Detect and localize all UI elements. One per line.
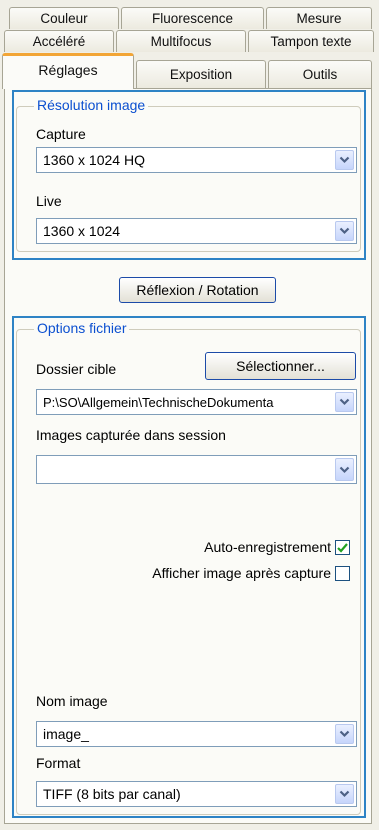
format-label: Format (36, 755, 81, 771)
live-label: Live (36, 193, 62, 209)
images-session-label: Images capturée dans session (36, 427, 226, 443)
images-session-select[interactable] (36, 455, 357, 484)
capture-select[interactable]: 1360 x 1024 HQ (36, 147, 357, 173)
chevron-down-icon[interactable] (335, 724, 354, 744)
chevron-down-icon[interactable] (335, 458, 354, 481)
dossier-select[interactable]: P:\SO\Allgemein\TechnischeDokumenta (36, 389, 357, 415)
dossier-label: Dossier cible (36, 361, 117, 377)
show-after-capture-label: Afficher image après capture (152, 565, 331, 581)
chevron-down-icon[interactable] (335, 150, 354, 170)
tab-couleur[interactable]: Couleur (9, 7, 119, 29)
show-after-capture-checkbox[interactable] (335, 566, 350, 581)
chevron-down-icon[interactable] (335, 392, 354, 412)
name-label: Nom image (36, 693, 108, 709)
tab-accelere[interactable]: Accéléré (4, 30, 114, 52)
auto-save-label: Auto-enregistrement (204, 539, 331, 555)
images-session-value (43, 456, 328, 483)
name-value: image_ (43, 726, 89, 742)
resolution-legend: Résolution image (34, 97, 149, 113)
capture-value: 1360 x 1024 HQ (43, 152, 145, 168)
tab-multifocus[interactable]: Multifocus (116, 30, 246, 52)
tab-outils[interactable]: Outils (268, 60, 372, 88)
select-folder-button[interactable]: Sélectionner... (205, 352, 356, 380)
live-select[interactable]: 1360 x 1024 (36, 218, 357, 244)
name-select[interactable]: image_ (36, 721, 357, 747)
tab-fluorescence[interactable]: Fluorescence (121, 7, 264, 29)
chevron-down-icon[interactable] (335, 221, 354, 241)
dossier-value: P:\SO\Allgemein\TechnischeDokumenta (43, 394, 274, 410)
tab-reglages[interactable]: Réglages (2, 53, 134, 89)
tab-mesure[interactable]: Mesure (266, 7, 372, 29)
auto-save-checkbox[interactable] (335, 540, 350, 555)
format-select[interactable]: TIFF (8 bits par canal) (36, 781, 357, 807)
live-value: 1360 x 1024 (43, 223, 121, 239)
tab-exposition[interactable]: Exposition (136, 60, 266, 88)
format-value: TIFF (8 bits par canal) (43, 786, 181, 802)
chevron-down-icon[interactable] (335, 784, 354, 804)
capture-label: Capture (36, 126, 86, 142)
options-legend: Options fichier (34, 320, 130, 336)
reflexion-rotation-button[interactable]: Réflexion / Rotation (119, 277, 276, 303)
tab-tampon-texte[interactable]: Tampon texte (248, 30, 374, 52)
